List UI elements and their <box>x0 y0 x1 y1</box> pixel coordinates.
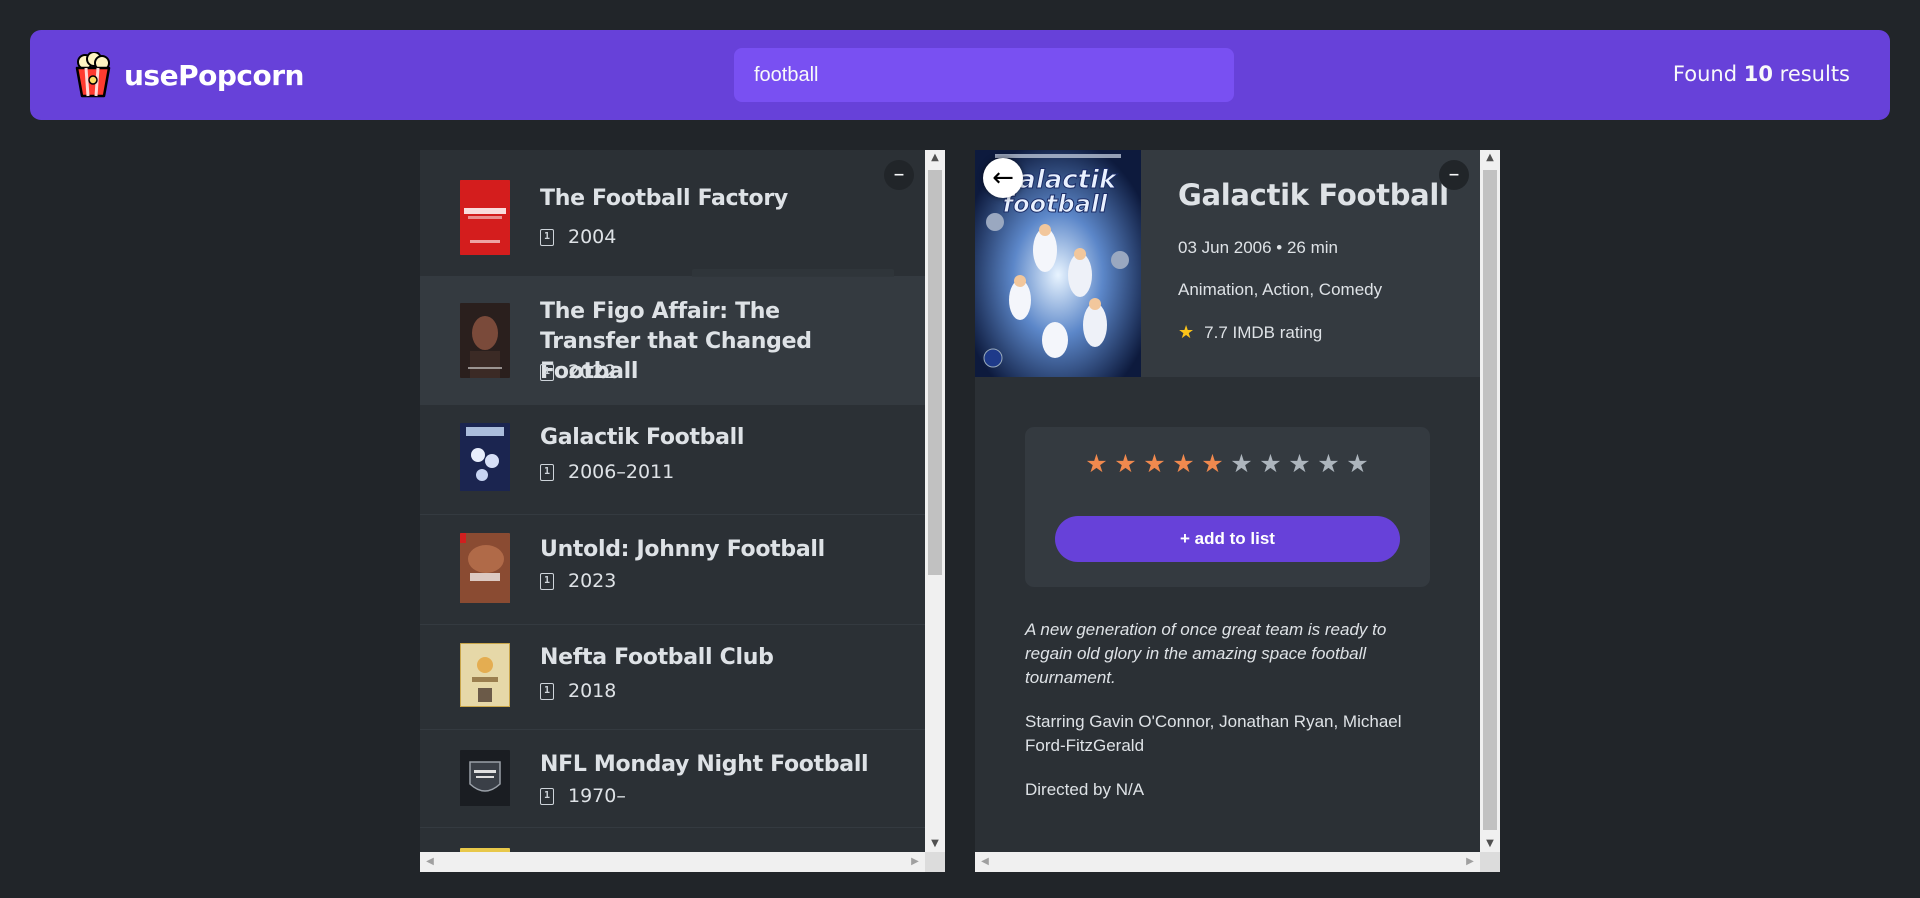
results-count: Found 10 results <box>1673 62 1850 86</box>
movie-details-box: galactik football ← Galactik Football 03… <box>975 150 1500 872</box>
scroll-down-icon[interactable]: ▼ <box>1480 836 1500 852</box>
results-number: 10 <box>1743 62 1773 86</box>
details-title: Galactik Football <box>1178 178 1449 212</box>
movie-title: Nefta Football Club <box>540 645 774 670</box>
imdb-rating-text: 7.7 IMDB rating <box>1204 322 1323 342</box>
calendar-icon: 1 <box>540 682 554 700</box>
search-input[interactable] <box>734 48 1234 102</box>
movie-poster <box>460 643 510 718</box>
movie-year: 1 2018 <box>540 680 616 702</box>
rating-star-icon[interactable]: ★ <box>1258 449 1283 479</box>
movie-poster <box>460 750 510 825</box>
scrollbar-corner <box>1480 852 1500 872</box>
movie-item[interactable]: The Football Factory 1 2004 <box>420 150 925 293</box>
details-header: galactik football ← Galactik Football 03… <box>975 150 1480 377</box>
movie-poster <box>460 180 510 255</box>
star-rating[interactable]: ★ ★ ★ ★ ★ ★ ★ ★ ★ ★ <box>1084 449 1370 479</box>
popcorn-icon <box>75 52 111 98</box>
scroll-up-icon[interactable]: ▲ <box>1480 150 1500 166</box>
rating-star-icon[interactable]: ★ <box>1316 449 1341 479</box>
movie-title: Galactik Football <box>540 425 745 450</box>
movie-title: The Football Factory <box>540 186 788 211</box>
logo: usePopcorn <box>72 52 304 98</box>
collapse-list-button[interactable]: – <box>884 160 914 190</box>
scroll-left-icon[interactable]: ◀ <box>977 852 993 872</box>
details-director: Directed by N/A <box>1025 780 1145 799</box>
nav-bar: usePopcorn Found 10 results <box>30 30 1890 120</box>
scrollbar-corner <box>925 852 945 872</box>
calendar-icon: 1 <box>540 572 554 590</box>
star-icon: ★ <box>1178 322 1195 342</box>
details-imdb-rating: ★ 7.7 IMDB rating <box>1178 322 1322 343</box>
list-horizontal-scrollbar[interactable]: ◀ ▶ <box>420 852 925 872</box>
scroll-up-icon[interactable]: ▲ <box>925 150 945 166</box>
movie-title: Untold: Johnny Football <box>540 537 825 562</box>
scroll-right-icon[interactable]: ▶ <box>1462 852 1478 872</box>
scroll-thumb[interactable] <box>1483 170 1497 830</box>
calendar-icon: 1 <box>540 228 554 246</box>
rating-star-icon[interactable]: ★ <box>1113 449 1138 479</box>
scroll-left-icon[interactable]: ◀ <box>422 852 438 872</box>
rating-star-icon[interactable]: ★ <box>1229 449 1254 479</box>
movie-poster <box>460 533 510 608</box>
movie-item[interactable]: NFL Monday Night Football 1 1970– <box>420 730 925 828</box>
movie-year: 1 2022 <box>540 361 616 383</box>
movie-item[interactable] <box>420 828 925 852</box>
rating-star-icon[interactable]: ★ <box>1200 449 1225 479</box>
movie-poster <box>460 423 510 498</box>
movie-year-value: 2023 <box>568 570 617 592</box>
movie-item[interactable]: Untold: Johnny Football 1 2023 <box>420 515 925 625</box>
movie-year: 1 2004 <box>540 226 616 248</box>
calendar-icon: 1 <box>540 463 554 481</box>
scroll-right-icon[interactable]: ▶ <box>907 852 923 872</box>
rating-star-icon[interactable]: ★ <box>1142 449 1167 479</box>
rating-star-icon[interactable]: ★ <box>1287 449 1312 479</box>
details-vertical-scrollbar[interactable]: ▲ ▼ <box>1480 150 1500 852</box>
rating-star-icon[interactable]: ★ <box>1084 449 1109 479</box>
results-suffix: results <box>1772 62 1850 86</box>
movie-year-value: 2006–2011 <box>568 461 675 483</box>
scroll-thumb[interactable] <box>928 170 942 575</box>
add-to-list-button[interactable]: + add to list <box>1055 516 1400 562</box>
movie-list-box: The Football Factory 1 2004 The Figo Aff… <box>420 150 945 872</box>
rating-star-icon[interactable]: ★ <box>1345 449 1370 479</box>
details-starring: Starring Gavin O'Connor, Jonathan Ryan, … <box>1025 712 1402 755</box>
details-plot: A new generation of once great team is r… <box>1025 620 1387 687</box>
movie-year-value: 2004 <box>568 226 617 248</box>
svg-text:football: football <box>1003 190 1108 218</box>
movie-year-value: 2018 <box>568 680 617 702</box>
back-button[interactable]: ← <box>983 158 1023 198</box>
details-genre: Animation, Action, Comedy <box>1178 280 1383 299</box>
movie-year: 1 2006–2011 <box>540 461 674 483</box>
calendar-icon: 1 <box>540 363 554 381</box>
movie-item[interactable]: The Figo Affair: The Transfer that Chang… <box>420 277 925 405</box>
collapse-details-button[interactable]: – <box>1439 160 1469 190</box>
app-name: usePopcorn <box>124 58 304 92</box>
calendar-icon: 1 <box>540 787 554 805</box>
movie-title: NFL Monday Night Football <box>540 752 869 777</box>
list-vertical-scrollbar[interactable]: ▲ ▼ <box>925 150 945 852</box>
movie-poster <box>460 303 510 378</box>
movie-item[interactable]: Galactik Football 1 2006–2011 <box>420 405 925 515</box>
movie-year: 1 1970– <box>540 785 626 807</box>
movie-year-value: 1970– <box>568 785 626 807</box>
movie-item[interactable]: Nefta Football Club 1 2018 <box>420 625 925 730</box>
rating-star-icon[interactable]: ★ <box>1171 449 1196 479</box>
movie-year-value: 2022 <box>568 361 617 383</box>
details-release-runtime: 03 Jun 2006 • 26 min <box>1178 238 1339 257</box>
scroll-down-icon[interactable]: ▼ <box>925 836 945 852</box>
movie-list[interactable]: The Football Factory 1 2004 The Figo Aff… <box>420 150 925 852</box>
rating-box: ★ ★ ★ ★ ★ ★ ★ ★ ★ ★ + add to list <box>1025 427 1430 587</box>
details-horizontal-scrollbar[interactable]: ◀ ▶ <box>975 852 1480 872</box>
results-prefix: Found <box>1672 62 1744 86</box>
movie-year: 1 2023 <box>540 570 616 592</box>
